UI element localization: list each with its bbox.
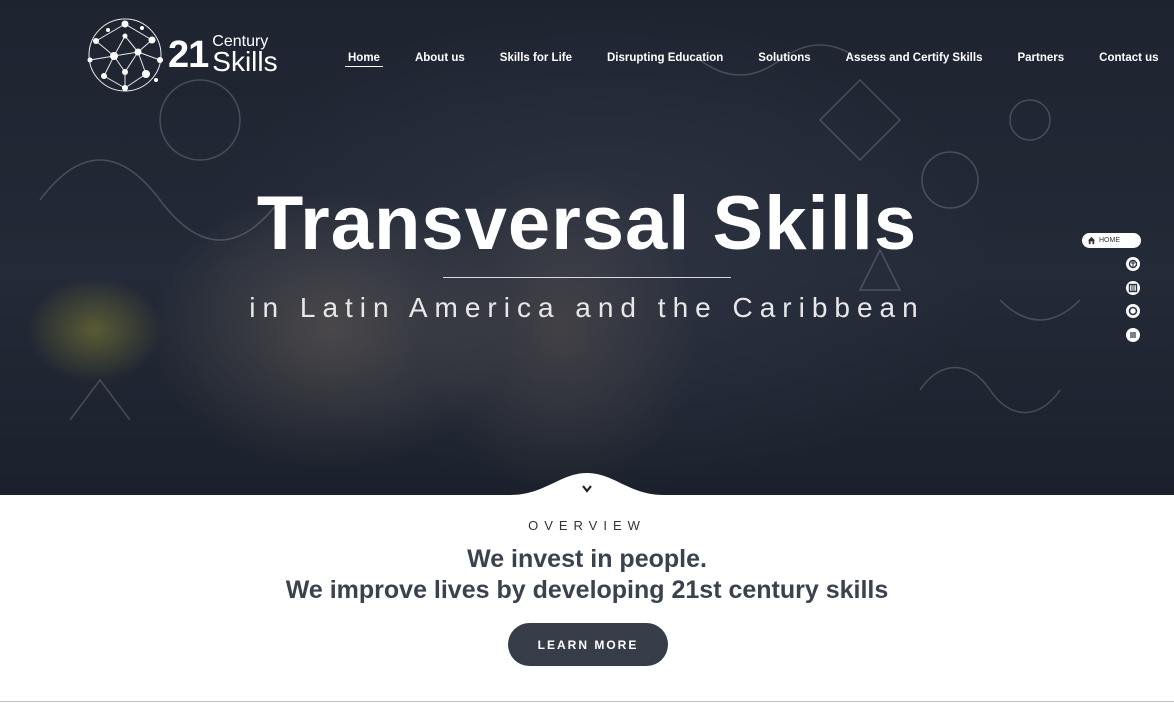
- hero-divider: [443, 277, 731, 278]
- logo-skills: Skills: [212, 46, 278, 77]
- side-nav-books[interactable]: [1126, 281, 1140, 295]
- logo-wordmark: Century Skills: [212, 34, 277, 76]
- nav-partners[interactable]: Partners: [1014, 50, 1067, 67]
- side-nav-list[interactable]: [1126, 328, 1140, 342]
- section-divider: [0, 701, 1174, 702]
- nav-disrupting-education[interactable]: Disrupting Education: [604, 50, 726, 67]
- nav-contact-us[interactable]: Contact us: [1096, 50, 1161, 67]
- logo-number: 21: [168, 34, 209, 76]
- learn-more-button[interactable]: LEARN MORE: [508, 623, 668, 666]
- nav-assess-certify[interactable]: Assess and Certify Skills: [843, 50, 986, 67]
- home-icon: [1087, 236, 1096, 245]
- side-nav-brain[interactable]: [1126, 257, 1140, 271]
- main-nav: Home About us Skills for Life Disrupting…: [345, 50, 1162, 67]
- site-logo[interactable]: 21 Century Skills: [86, 16, 278, 94]
- nav-home[interactable]: Home: [345, 50, 383, 67]
- hero-subtitle: in Latin America and the Caribbean: [249, 292, 925, 323]
- circle-icon: [1128, 306, 1138, 316]
- hero-title: Transversal Skills: [256, 181, 918, 266]
- side-nav-home[interactable]: HOME: [1082, 233, 1141, 248]
- overview-label: OVERVIEW: [528, 518, 646, 533]
- network-globe-icon: [87, 18, 163, 92]
- brain-icon: [1128, 259, 1138, 269]
- nav-about-us[interactable]: About us: [412, 50, 468, 67]
- hero-banner: 21 Century Skills Home About us Skills f…: [0, 0, 1174, 495]
- list-icon: [1130, 332, 1136, 338]
- overview-headline-2: We improve lives by developing 21st cent…: [285, 576, 889, 604]
- nav-skills-for-life[interactable]: Skills for Life: [497, 50, 575, 67]
- side-nav-circle[interactable]: [1126, 304, 1140, 318]
- books-icon: [1128, 283, 1138, 293]
- chevron-down-icon[interactable]: [581, 484, 593, 494]
- side-nav-home-label: HOME: [1099, 237, 1120, 244]
- nav-solutions[interactable]: Solutions: [755, 50, 813, 67]
- overview-headline-1: We invest in people.: [467, 545, 707, 573]
